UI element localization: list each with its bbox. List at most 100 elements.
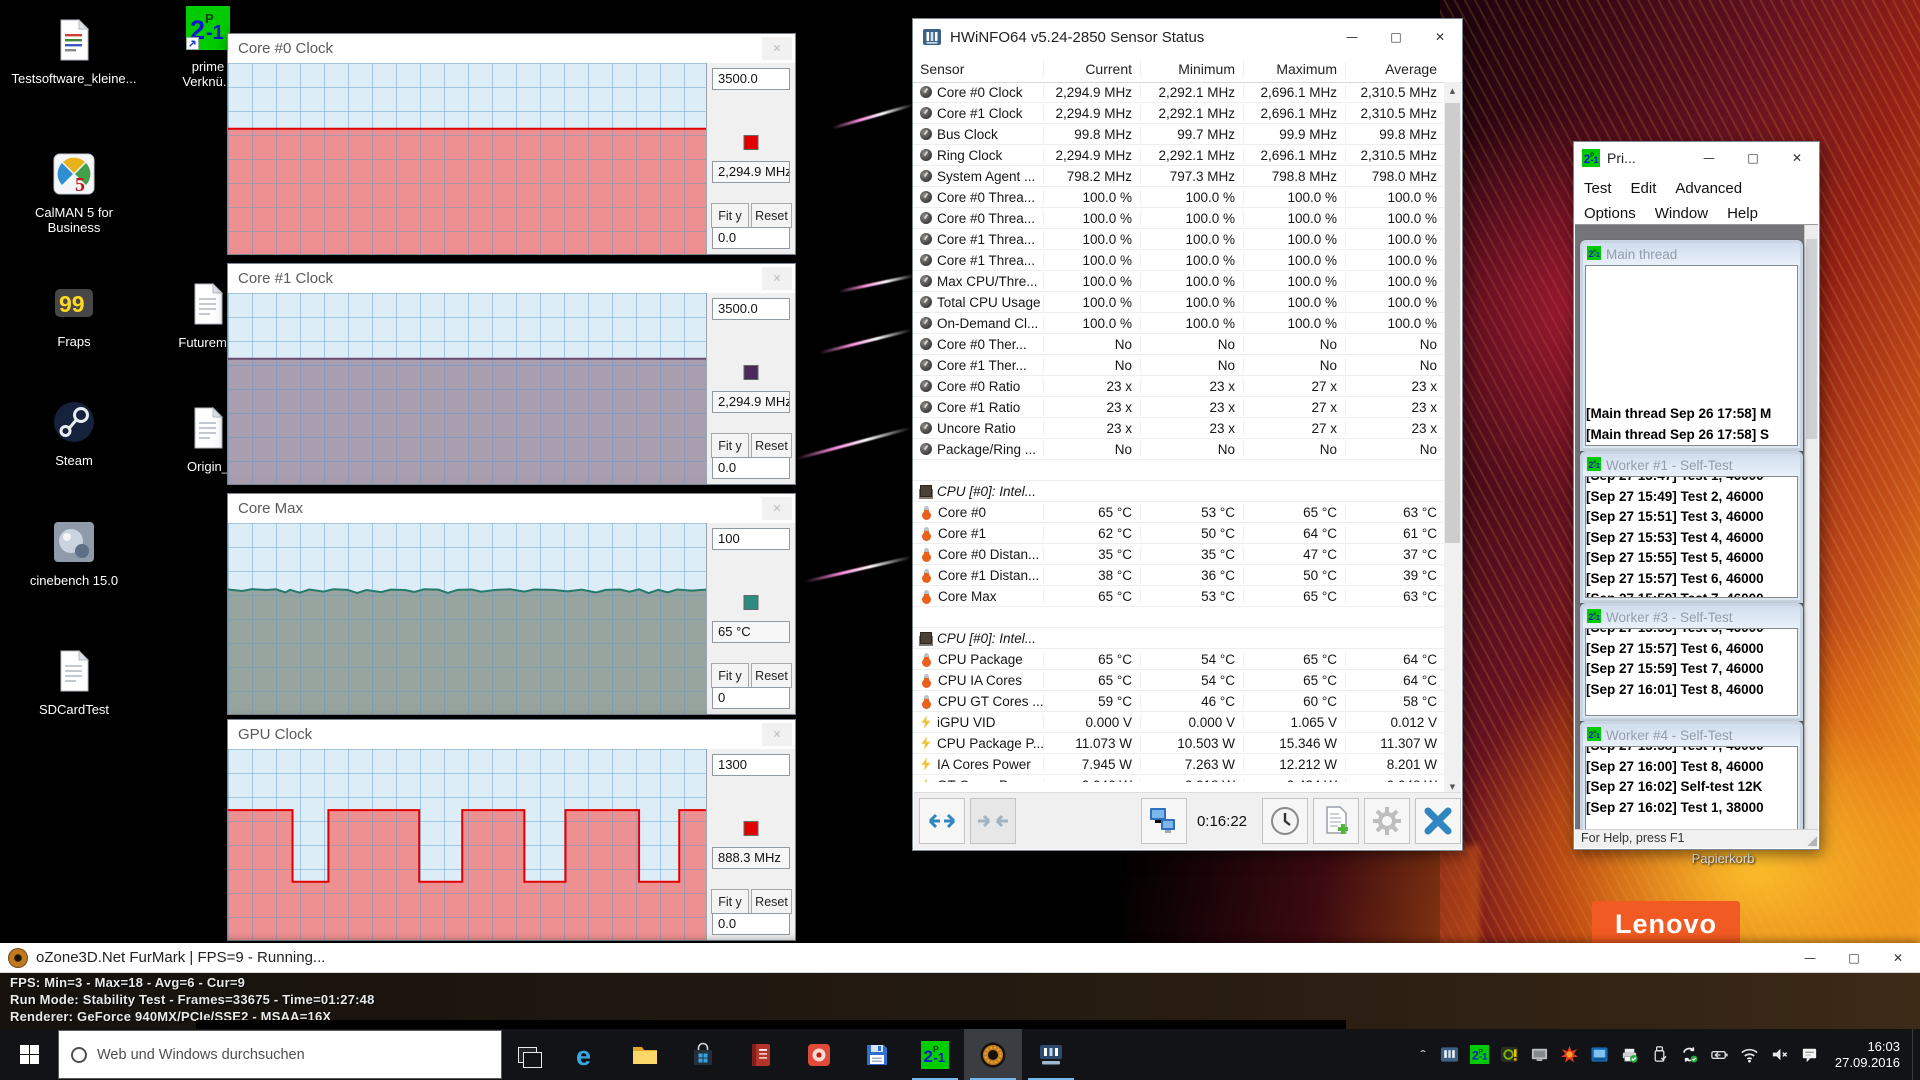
prime95-close-button[interactable]: ✕ [1775,142,1819,174]
sensor-row[interactable]: Core Max65 °C53 °C65 °C63 °C [913,586,1445,607]
menu-item-options[interactable]: Options [1584,205,1636,222]
clock-settings-button[interactable] [1262,798,1308,844]
taskbar-app-reader[interactable] [732,1029,790,1080]
reset-button[interactable]: Reset [751,203,792,228]
graph-color-swatch[interactable] [744,365,759,380]
sensor-row[interactable]: Core #0 Distan...35 °C35 °C47 °C37 °C [913,544,1445,565]
graph-ymin-input[interactable]: 0.0 [712,227,790,249]
column-header-sensor[interactable]: Sensor [913,61,1043,77]
tray-icon-intel[interactable] [1585,1029,1615,1080]
sensor-row[interactable]: Core #1 Clock2,294.9 MHz2,292.1 MHz2,696… [913,103,1445,124]
sensor-row[interactable]: Bus Clock99.8 MHz99.7 MHz99.9 MHz99.8 MH… [913,124,1445,145]
tray-chevron-up-icon[interactable]: ˆ [1406,1048,1440,1062]
scrollbar-thumb[interactable] [1445,103,1460,543]
desktop-icon-fraps[interactable]: 99Fraps [4,281,144,349]
desktop-icon-calman[interactable]: 5CalMAN 5 forBusiness [4,152,144,235]
graph-plot-core1-clock[interactable] [228,293,707,484]
taskbar-app-redapp[interactable] [790,1029,848,1080]
graph-titlebar[interactable]: GPU Clock✕ [228,720,795,749]
hwinfo-minimize-button[interactable]: — [1330,19,1374,55]
graph-color-swatch[interactable] [744,821,759,836]
graph-titlebar[interactable]: Core #1 Clock✕ [228,264,795,293]
graph-ymin-input[interactable]: 0.0 [712,913,790,935]
sensor-row[interactable]: Max CPU/Thre...100.0 %100.0 %100.0 %100.… [913,271,1445,292]
prime95-child-main-thread[interactable]: 2P-1Main thread[Main thread Sep 26 17:58… [1580,240,1803,451]
furmark-maximize-button[interactable]: □ [1832,943,1876,972]
desktop-icon-sdcard[interactable]: SDCardTest [4,649,144,717]
desktop-icon-cinebench[interactable]: cinebench 15.0 [4,520,144,588]
desktop-icon-steam[interactable]: Steam [4,400,144,468]
fit-y-button[interactable]: Fit y [711,203,749,228]
column-header-average[interactable]: Average [1345,61,1445,77]
menu-item-test[interactable]: Test [1584,180,1612,197]
reset-button[interactable]: Reset [751,663,792,688]
taskbar-app-prime95[interactable]: 2P-1 [906,1029,964,1080]
task-view-button[interactable] [502,1029,552,1080]
tray-icon-wifi[interactable] [1735,1029,1765,1080]
sensor-row[interactable]: On-Demand Cl...100.0 %100.0 %100.0 %100.… [913,313,1445,334]
scroll-up-icon[interactable]: ▲ [1444,82,1461,99]
graph-ymin-input[interactable]: 0.0 [712,457,790,479]
graph-close-icon[interactable]: ✕ [762,267,792,290]
graph-ymin-input[interactable]: 0 [712,687,790,709]
sensor-row[interactable]: Core #1 Ther...NoNoNoNo [913,355,1445,376]
tray-icon-usb[interactable] [1645,1029,1675,1080]
hwinfo-close-button[interactable]: ✕ [1418,19,1462,55]
graph-plot-gpu-clock[interactable] [228,749,707,940]
sensor-row[interactable]: Uncore Ratio23 x23 x27 x23 x [913,418,1445,439]
prime95-mdi-scrollbar[interactable] [1804,225,1818,830]
column-header-current[interactable]: Current [1043,61,1140,77]
sensor-row[interactable]: System Agent ...798.2 MHz797.3 MHz798.8 … [913,166,1445,187]
fit-y-button[interactable]: Fit y [711,433,749,458]
graph-ymax-input[interactable]: 3500.0 [712,298,790,320]
graph-close-icon[interactable]: ✕ [762,723,792,746]
graph-color-swatch[interactable] [744,595,759,610]
graph-color-swatch[interactable] [744,135,759,150]
menu-item-help[interactable]: Help [1727,205,1758,222]
sensor-row[interactable]: Ring Clock2,294.9 MHz2,292.1 MHz2,696.1 … [913,145,1445,166]
sensor-row[interactable]: Core #0 Ther...NoNoNoNo [913,334,1445,355]
graph-ymax-input[interactable]: 1300 [712,754,790,776]
sensor-row[interactable]: Core #1 Threa...100.0 %100.0 %100.0 %100… [913,250,1445,271]
graph-titlebar[interactable]: Core Max✕ [228,494,795,523]
graph-plot-core0-clock[interactable] [228,63,707,254]
prime95-child-worker[interactable]: 2P-1Worker #3 - Self-Test[Sep 27 15:55] … [1580,603,1803,721]
sensor-row[interactable]: CPU GT Cores ...59 °C46 °C60 °C58 °C [913,691,1445,712]
sensor-row[interactable]: Total CPU Usage100.0 %100.0 %100.0 %100.… [913,292,1445,313]
taskbar-app-hwinfo[interactable] [1022,1029,1080,1080]
menu-item-advanced[interactable]: Advanced [1675,180,1742,197]
child-titlebar[interactable]: 2P-1Main thread [1583,243,1800,265]
hwinfo-table-header[interactable]: Sensor Current Minimum Maximum Average [913,55,1462,83]
collapse-columns-button[interactable] [970,798,1016,844]
column-header-maximum[interactable]: Maximum [1243,61,1345,77]
sensor-row[interactable]: CPU [#0]: Intel... [913,628,1445,649]
taskbar-app-store[interactable] [674,1029,732,1080]
sensor-row[interactable]: Core #0 Threa...100.0 %100.0 %100.0 %100… [913,187,1445,208]
start-button[interactable] [0,1029,58,1080]
menu-item-window[interactable]: Window [1655,205,1708,222]
sensor-row[interactable]: CPU Package P...11.073 W10.503 W15.346 W… [913,733,1445,754]
fit-y-button[interactable]: Fit y [711,889,749,914]
graph-ymax-input[interactable]: 3500.0 [712,68,790,90]
sensor-row[interactable]: Core #0 Ratio23 x23 x27 x23 x [913,376,1445,397]
prime95-maximize-button[interactable]: □ [1731,142,1775,174]
tray-icon-prime95[interactable]: 2P-1 [1465,1029,1495,1080]
tray-icon-chat[interactable] [1795,1029,1825,1080]
graph-plot-core-max[interactable] [228,523,707,714]
tray-icon-printer[interactable] [1615,1029,1645,1080]
remote-sensors-button[interactable] [1141,798,1187,844]
tray-icon-sync[interactable] [1675,1029,1705,1080]
graph-close-icon[interactable]: ✕ [762,497,792,520]
tray-icon-burst[interactable] [1555,1029,1585,1080]
show-desktop-button[interactable] [1912,1029,1920,1080]
prime95-titlebar[interactable]: 2P-1 Pri... — □ ✕ [1574,142,1819,174]
sensor-row[interactable]: iGPU VID0.000 V0.000 V1.065 V0.012 V [913,712,1445,733]
sensor-row[interactable]: CPU Package65 °C54 °C65 °C64 °C [913,649,1445,670]
child-titlebar[interactable]: 2P-1Worker #1 - Self-Test [1583,454,1800,476]
graph-ymax-input[interactable]: 100 [712,528,790,550]
furmark-titlebar[interactable]: oZone3D.Net FurMark | FPS=9 - Running...… [0,943,1920,973]
taskbar-app-furmark[interactable] [964,1029,1022,1080]
menu-item-edit[interactable]: Edit [1631,180,1657,197]
taskbar-app-explorer[interactable] [616,1029,674,1080]
column-header-minimum[interactable]: Minimum [1140,61,1243,77]
